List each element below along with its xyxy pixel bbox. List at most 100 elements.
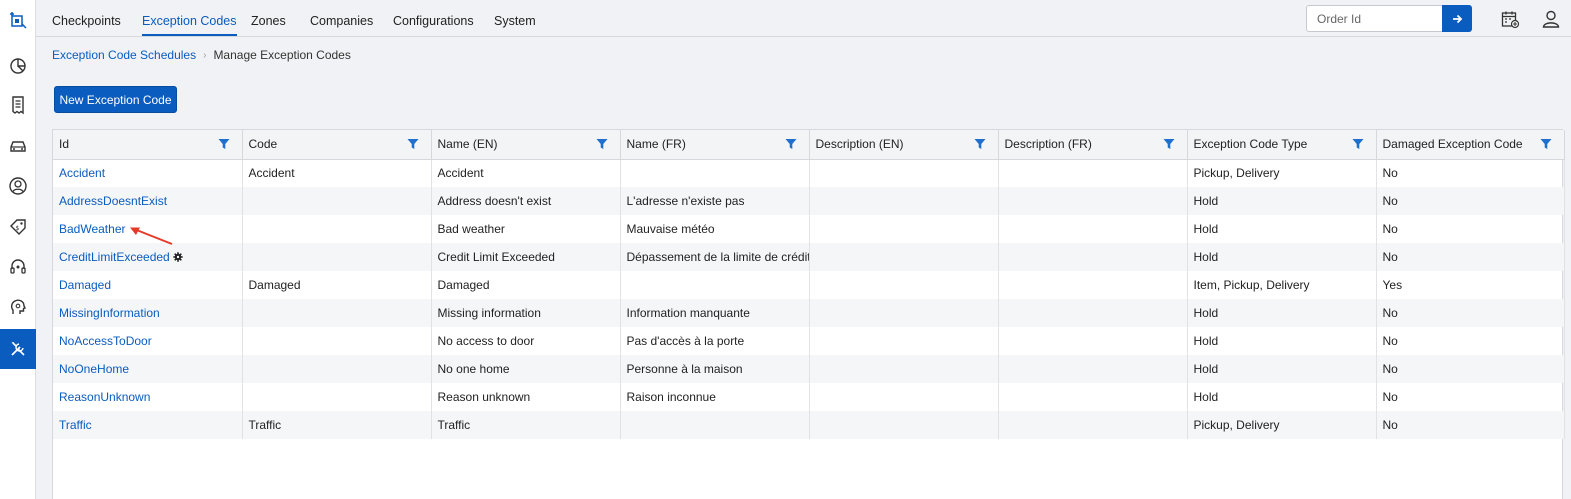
cell-exception-code-type: Hold [1187,215,1377,243]
cell-code [242,327,432,355]
filter-icon[interactable] [218,138,230,150]
tab-zones[interactable]: Zones [251,0,286,36]
column-header-name-en[interactable]: Name (EN) [431,130,621,160]
filter-icon[interactable] [974,138,986,150]
cell-id[interactable]: ReasonUnknown [53,383,243,411]
column-header-label: Id [59,137,70,152]
cell-id[interactable]: Damaged [53,271,243,299]
cell-id[interactable]: NoOneHome [53,355,243,383]
filter-icon[interactable] [407,138,419,150]
table-row[interactable]: BadWeather Bad weather Mauvaise météo Hold N… [53,215,1565,243]
table-row[interactable]: NoAccessToDoor No access to door Pas d'acc… [53,327,1565,355]
column-header-damaged-exception-code[interactable]: Damaged Exception Code [1376,130,1565,160]
cell-description-en [809,215,999,243]
cell-value: Hold [1193,194,1219,208]
tab-exception-codes[interactable]: Exception Codes [142,0,237,36]
cell-value: Traffic [437,418,471,432]
cell-id[interactable]: MissingInformation [53,299,243,327]
cell-value: Pickup, Delivery [1193,166,1280,181]
gear-icon[interactable] [173,252,183,262]
cell-id[interactable]: Traffic [53,411,243,439]
price-tag-icon[interactable]: $ [0,207,36,247]
exception-id-link[interactable]: Traffic [59,418,92,432]
tab-companies[interactable]: Companies [310,0,373,36]
cell-id[interactable]: AddressDoesntExist [53,187,243,215]
column-header-description-en[interactable]: Description (EN) [809,130,999,160]
exception-id-link[interactable]: Accident [59,166,105,180]
table-row[interactable]: AddressDoesntExist Address doesn't exist L… [53,187,1565,215]
tab-system[interactable]: System [494,0,536,36]
filter-icon[interactable] [1163,138,1175,150]
cell-name-en: No access to door [431,327,621,355]
exception-id-link[interactable]: CreditLimitExceeded [59,250,170,264]
cell-name-en: Traffic [431,411,621,439]
cell-name-fr: Information manquante [620,299,810,327]
cell-description-en [809,271,999,299]
cell-id[interactable]: CreditLimitExceeded [53,243,243,271]
cell-name-en: Missing information [431,299,621,327]
cell-value: Address doesn't exist [437,194,552,208]
column-header-label: Description (EN) [815,137,904,152]
filter-icon[interactable] [1540,138,1552,150]
order-id-input[interactable] [1306,5,1443,32]
cell-damaged-exception-code: No [1376,243,1565,271]
cell-code: Damaged [242,271,432,299]
cell-id[interactable]: Accident [53,159,243,187]
table-row[interactable]: MissingInformation Missing information Inf… [53,299,1565,327]
column-header-name-fr[interactable]: Name (FR) [620,130,810,160]
car-icon[interactable] [0,126,36,166]
filter-icon[interactable] [785,138,797,150]
filter-icon[interactable] [596,138,608,150]
cell-id[interactable]: NoAccessToDoor [53,327,243,355]
table-row[interactable]: Traffic Traffic Traffic Pickup, Delivery No [53,411,1565,439]
user-circle-icon[interactable] [0,166,36,206]
column-header-exception-code-type[interactable]: Exception Code Type [1187,130,1377,160]
cell-value: Raison inconnue [626,390,716,404]
breadcrumb-link-schedules[interactable]: Exception Code Schedules [52,48,196,62]
calendar-add-icon[interactable] [1499,8,1521,30]
user-profile-icon[interactable] [1540,8,1562,30]
cell-value: Pas d'accès à la porte [626,334,745,348]
column-header-id[interactable]: Id [53,130,243,160]
exception-id-link[interactable]: ReasonUnknown [59,390,150,404]
pie-chart-icon[interactable] [0,46,36,86]
column-header-description-fr[interactable]: Description (FR) [998,130,1188,160]
exception-id-link[interactable]: NoOneHome [59,362,129,376]
table-row[interactable]: NoOneHome No one home Personne à la maison… [53,355,1565,383]
exception-codes-grid: Id Code Name (EN) Name (FR) Description (EN)… [52,129,1565,499]
logo-icon[interactable] [0,0,36,40]
table-row[interactable]: ReasonUnknown Reason unknown Raison inconn… [53,383,1565,411]
exception-id-link[interactable]: AddressDoesntExist [59,194,167,208]
exception-id-link[interactable]: MissingInformation [59,306,160,320]
tab-configurations[interactable]: Configurations [393,0,474,36]
cell-exception-code-type: Pickup, Delivery [1187,159,1377,187]
cell-value: Item, Pickup, Delivery [1193,278,1310,292]
exception-id-link[interactable]: NoAccessToDoor [59,334,152,348]
cell-value: No [1382,334,1398,348]
table-row[interactable]: Damaged Damaged Damaged Item, Pickup, Deliv… [53,271,1565,299]
column-header-label: Description (FR) [1004,137,1092,152]
headset-icon[interactable] [0,247,36,287]
cell-name-fr: Mauvaise météo [620,215,810,243]
cell-value: Dépassement de la limite de crédit [626,250,809,264]
table-row[interactable]: Accident Accident Accident Pickup, Delivery… [53,159,1565,187]
ai-head-icon[interactable] [0,287,36,327]
cell-exception-code-type: Pickup, Delivery [1187,411,1377,439]
new-exception-code-button[interactable]: New Exception Code [54,86,177,113]
exception-id-link[interactable]: Damaged [59,278,111,292]
tools-icon[interactable] [0,329,36,369]
cell-description-en [809,299,999,327]
filter-icon[interactable] [1352,138,1364,150]
cell-name-fr: Dépassement de la limite de crédit [620,243,810,271]
column-header-code[interactable]: Code [242,130,432,160]
exception-id-link[interactable]: BadWeather [59,222,126,236]
cell-value: Pickup, Delivery [1193,418,1280,432]
search-submit-button[interactable] [1442,5,1472,32]
cell-value: No [1382,222,1398,236]
receipt-icon[interactable] [0,85,36,125]
cell-exception-code-type: Hold [1187,327,1377,355]
cell-id[interactable]: BadWeather [53,215,243,243]
table-row[interactable]: CreditLimitExceeded Credit Limit Exceeded… [53,243,1565,271]
tab-checkpoints[interactable]: Checkpoints [52,0,121,36]
top-nav: Checkpoints Exception Codes Zones Compan… [36,0,1571,37]
